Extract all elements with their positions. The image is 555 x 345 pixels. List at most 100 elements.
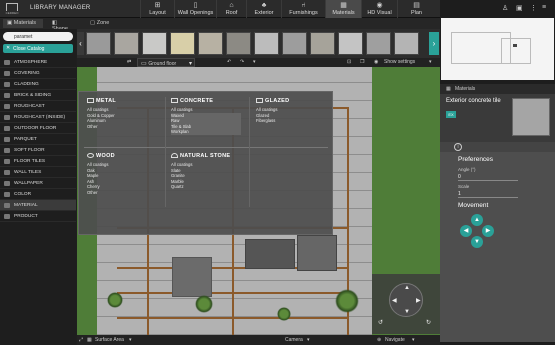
mode-tab-materials[interactable]: ▣ Materials <box>3 19 43 28</box>
search-input[interactable] <box>3 32 73 41</box>
angle-field[interactable]: 0 <box>458 172 518 181</box>
chevron-down-icon[interactable]: ▾ <box>129 337 132 343</box>
category-roughcast[interactable]: ROUGHCAST <box>0 101 76 112</box>
chevron-down-icon[interactable]: ▾ <box>307 337 310 343</box>
exterior-icon: ♣ <box>261 2 267 9</box>
tab-exterior[interactable]: ♣ Exterior <box>246 0 281 18</box>
menu-header[interactable]: METAL <box>87 98 116 104</box>
menu-header-label: METAL <box>96 98 117 104</box>
mode-tab-zone[interactable]: ▢ Zone <box>86 19 114 28</box>
material-swatch[interactable] <box>226 32 251 55</box>
glazed-icon <box>256 98 263 103</box>
arrow-up-icon[interactable]: ▲ <box>404 285 410 291</box>
menu-item[interactable]: Quartz <box>171 184 230 190</box>
category-label: PRODUCT <box>14 214 38 219</box>
materials-icon: ▦ <box>340 2 347 9</box>
category-label: ATMOSPHERE <box>14 60 48 65</box>
mode-tab-shape[interactable]: ◧ Shape <box>48 19 78 32</box>
undo-icon[interactable]: ↶ <box>227 59 231 65</box>
redo-icon[interactable]: ↷ <box>240 59 244 65</box>
save-icon[interactable]: ▣ <box>516 4 523 12</box>
menu-header[interactable]: NATURAL STONE <box>171 153 230 159</box>
rotate-left-icon[interactable]: ↺ <box>378 319 383 326</box>
arrow-down-icon[interactable]: ▼ <box>404 309 410 315</box>
camera-button[interactable]: Camera <box>285 337 303 343</box>
tab-label: Layout <box>149 10 166 16</box>
category-cladding[interactable]: CLADDING <box>0 79 76 90</box>
info-icon[interactable]: i <box>454 143 462 151</box>
arrow-right-icon[interactable]: ▶ <box>416 297 421 304</box>
scroll-left-arrow-icon[interactable]: ‹ <box>77 32 84 55</box>
material-swatch[interactable] <box>86 32 111 55</box>
rotate-right-icon[interactable]: ↻ <box>426 319 431 326</box>
category-soft-floor[interactable]: SOFT FLOOR <box>0 145 76 156</box>
tab-layout[interactable]: ⊞ Layout <box>140 0 174 18</box>
material-swatch[interactable] <box>142 32 167 55</box>
show-settings-button[interactable]: Show settings <box>384 59 415 65</box>
category-product[interactable]: PRODUCT <box>0 211 76 222</box>
expand-icon[interactable]: ⤢ <box>79 337 83 343</box>
tab-plan[interactable]: ▤ Plan <box>397 0 435 18</box>
category-brick-siding[interactable]: BRICK & SIDING <box>0 90 76 101</box>
category-material[interactable]: MATERIAL <box>0 200 76 211</box>
material-swatch[interactable] <box>366 32 391 55</box>
tab-hd-visual[interactable]: ◉ HD Visual <box>361 0 397 18</box>
category-wallpaper[interactable]: WALLPAPER <box>0 178 76 189</box>
category-parquet[interactable]: PARQUET <box>0 134 76 145</box>
material-swatch[interactable] <box>394 32 419 55</box>
move-down-icon[interactable]: ▼ <box>471 236 483 248</box>
material-swatch[interactable] <box>198 32 223 55</box>
category-label: COLOR <box>14 192 32 197</box>
scale-field[interactable]: 1 <box>458 189 518 198</box>
menu-item[interactable]: Workplan <box>171 129 241 135</box>
category-floor-tiles[interactable]: FLOOR TILES <box>0 156 76 167</box>
menu-section-concrete: CONCRETE All coatings Waxed Raw Tile & S… <box>171 98 241 135</box>
plan-minimap[interactable] <box>441 18 554 80</box>
surface-area-button[interactable]: Surface Area <box>95 337 124 343</box>
category-wall-tiles[interactable]: WALL TILES <box>0 167 76 178</box>
menu-header[interactable]: GLAZED <box>256 98 289 104</box>
tab-materials[interactable]: ▦ Materials <box>325 0 361 18</box>
tab-wall-openings[interactable]: ▯ Wall Openings <box>174 0 216 18</box>
copy-icon[interactable]: ❐ <box>360 59 364 65</box>
material-swatch[interactable] <box>114 32 139 55</box>
more-icon[interactable]: ⋮ <box>530 4 537 12</box>
material-catalog-menu: METAL All coatings Gold & Copper Aluminu… <box>78 91 333 235</box>
floor-select[interactable]: ▭ Ground floor ▾ <box>137 58 195 67</box>
move-up-icon[interactable]: ▲ <box>471 214 483 226</box>
category-color[interactable]: COLOR <box>0 189 76 200</box>
menu-icon[interactable]: ≡ <box>542 4 546 11</box>
eye-icon[interactable]: ◉ <box>374 59 378 65</box>
material-swatch[interactable] <box>170 32 195 55</box>
menu-item[interactable]: Other <box>87 190 115 196</box>
materials-panel-tab[interactable]: ▦ Materials <box>440 84 555 94</box>
menu-item[interactable]: Other <box>87 124 116 130</box>
category-atmosphere[interactable]: ATMOSPHERE <box>0 57 76 68</box>
selected-material-title: Exterior concrete tile <box>446 98 501 104</box>
arrow-left-icon[interactable]: ◀ <box>392 297 397 304</box>
tab-roof[interactable]: ⌂ Roof <box>216 0 246 18</box>
material-swatch[interactable] <box>310 32 335 55</box>
category-outdoor-floor[interactable]: OUTDOOR FLOOR <box>0 123 76 134</box>
material-swatch[interactable] <box>338 32 363 55</box>
chevron-down-icon[interactable]: ▾ <box>429 59 432 65</box>
navigate-button[interactable]: Navigate <box>385 337 405 343</box>
menu-item[interactable]: Fiberglass <box>256 118 289 124</box>
swap-icon[interactable]: ⇄ <box>127 59 131 65</box>
scroll-right-arrow-icon[interactable]: › <box>429 32 439 55</box>
grid-icon[interactable]: ⊡ <box>347 59 351 65</box>
navigate-ring[interactable]: ▲ ▼ ◀ ▶ <box>389 283 423 317</box>
close-catalog-button[interactable]: ✕ Close Catalog <box>3 44 73 53</box>
tab-furnishings[interactable]: ⑁ Furnishings <box>281 0 325 18</box>
menu-header[interactable]: WOOD <box>87 153 115 159</box>
category-covering[interactable]: COVERING <box>0 68 76 79</box>
material-swatch[interactable] <box>282 32 307 55</box>
material-swatch[interactable] <box>254 32 279 55</box>
chevron-down-icon[interactable]: ▾ <box>412 337 415 343</box>
category-roughcast-inside[interactable]: ROUGHCAST (INSIDE) <box>0 112 76 123</box>
user-icon[interactable]: ♙ <box>502 4 508 12</box>
chevron-down-icon[interactable]: ▾ <box>253 59 256 65</box>
menu-header[interactable]: CONCRETE <box>171 98 241 104</box>
move-right-icon[interactable]: ▶ <box>482 225 494 237</box>
move-left-icon[interactable]: ◀ <box>460 225 472 237</box>
